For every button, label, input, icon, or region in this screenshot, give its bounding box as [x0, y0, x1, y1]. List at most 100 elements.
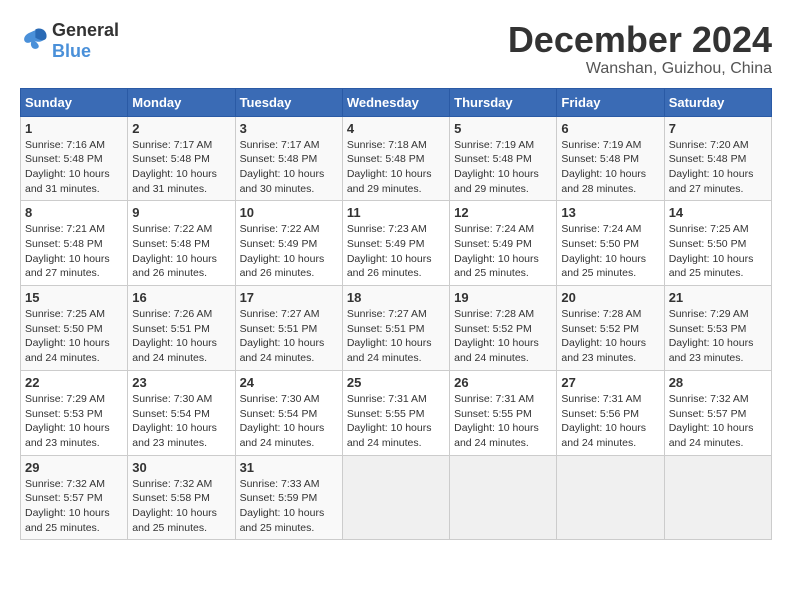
day-number: 31	[240, 460, 338, 475]
day-number: 11	[347, 205, 445, 220]
calendar-week-5: 29 Sunrise: 7:32 AMSunset: 5:57 PMDayligh…	[21, 455, 772, 540]
page-header: General Blue December 2024 Wanshan, Guiz…	[20, 20, 772, 78]
calendar-cell: 15Sunrise: 7:25 AMSunset: 5:50 PMDayligh…	[21, 286, 128, 371]
day-info: Sunrise: 7:31 AMSunset: 5:55 PMDaylight:…	[347, 392, 445, 451]
calendar-cell: 23 Sunrise: 7:30 AMSunset: 5:54 PMDayligh…	[128, 370, 235, 455]
calendar-week-3: 15Sunrise: 7:25 AMSunset: 5:50 PMDayligh…	[21, 286, 772, 371]
day-number: 3	[240, 121, 338, 136]
calendar-cell: 20 Sunrise: 7:28 AMSunset: 5:52 PMDayligh…	[557, 286, 664, 371]
calendar-cell: 16 Sunrise: 7:26 AMSunset: 5:51 PMDayligh…	[128, 286, 235, 371]
day-info: Sunrise: 7:24 AMSunset: 5:49 PMDaylight:…	[454, 222, 552, 281]
calendar-cell: 7Sunrise: 7:20 AMSunset: 5:48 PMDaylight…	[664, 116, 771, 201]
day-info: Sunrise: 7:28 AMSunset: 5:52 PMDaylight:…	[454, 307, 552, 366]
calendar-week-4: 22 Sunrise: 7:29 AMSunset: 5:53 PMDayligh…	[21, 370, 772, 455]
day-info: Sunrise: 7:20 AMSunset: 5:48 PMDaylight:…	[669, 138, 767, 197]
day-header-tuesday: Tuesday	[235, 88, 342, 116]
calendar-cell: 18 Sunrise: 7:27 AMSunset: 5:51 PMDayligh…	[342, 286, 449, 371]
day-info: Sunrise: 7:21 AMSunset: 5:48 PMDaylight:…	[25, 222, 123, 281]
day-info: Sunrise: 7:31 AMSunset: 5:55 PMDaylight:…	[454, 392, 552, 451]
day-number: 24	[240, 375, 338, 390]
calendar-header-row: SundayMondayTuesdayWednesdayThursdayFrid…	[21, 88, 772, 116]
day-number: 6	[561, 121, 659, 136]
day-number: 28	[669, 375, 767, 390]
day-info: Sunrise: 7:28 AMSunset: 5:52 PMDaylight:…	[561, 307, 659, 366]
logo-icon	[20, 28, 48, 55]
day-info: Sunrise: 7:26 AMSunset: 5:51 PMDaylight:…	[132, 307, 230, 366]
day-header-saturday: Saturday	[664, 88, 771, 116]
calendar-cell: 9Sunrise: 7:22 AMSunset: 5:48 PMDaylight…	[128, 201, 235, 286]
calendar-cell: 4Sunrise: 7:18 AMSunset: 5:48 PMDaylight…	[342, 116, 449, 201]
day-header-monday: Monday	[128, 88, 235, 116]
day-info: Sunrise: 7:33 AMSunset: 5:59 PMDaylight:…	[240, 477, 338, 536]
logo: General Blue	[20, 20, 119, 62]
calendar-cell: 10Sunrise: 7:22 AMSunset: 5:49 PMDayligh…	[235, 201, 342, 286]
day-number: 5	[454, 121, 552, 136]
calendar-cell: 8 Sunrise: 7:21 AMSunset: 5:48 PMDaylight…	[21, 201, 128, 286]
day-info: Sunrise: 7:23 AMSunset: 5:49 PMDaylight:…	[347, 222, 445, 281]
calendar-cell: 3 Sunrise: 7:17 AMSunset: 5:48 PMDaylight…	[235, 116, 342, 201]
calendar-cell	[450, 455, 557, 540]
calendar-week-2: 8 Sunrise: 7:21 AMSunset: 5:48 PMDaylight…	[21, 201, 772, 286]
day-info: Sunrise: 7:27 AMSunset: 5:51 PMDaylight:…	[240, 307, 338, 366]
day-header-friday: Friday	[557, 88, 664, 116]
logo-text: General Blue	[52, 20, 119, 62]
day-info: Sunrise: 7:18 AMSunset: 5:48 PMDaylight:…	[347, 138, 445, 197]
day-number: 2	[132, 121, 230, 136]
calendar-cell: 24 Sunrise: 7:30 AMSunset: 5:54 PMDayligh…	[235, 370, 342, 455]
calendar-cell: 31 Sunrise: 7:33 AMSunset: 5:59 PMDayligh…	[235, 455, 342, 540]
day-number: 27	[561, 375, 659, 390]
page-title: December 2024	[508, 20, 772, 60]
day-info: Sunrise: 7:22 AMSunset: 5:49 PMDaylight:…	[240, 222, 338, 281]
calendar-cell: 13Sunrise: 7:24 AMSunset: 5:50 PMDayligh…	[557, 201, 664, 286]
day-number: 25	[347, 375, 445, 390]
day-info: Sunrise: 7:29 AMSunset: 5:53 PMDaylight:…	[25, 392, 123, 451]
day-info: Sunrise: 7:25 AMSunset: 5:50 PMDaylight:…	[669, 222, 767, 281]
day-header-thursday: Thursday	[450, 88, 557, 116]
calendar-cell: 5 Sunrise: 7:19 AMSunset: 5:48 PMDaylight…	[450, 116, 557, 201]
calendar-cell: 14 Sunrise: 7:25 AMSunset: 5:50 PMDayligh…	[664, 201, 771, 286]
calendar-cell: 11 Sunrise: 7:23 AMSunset: 5:49 PMDayligh…	[342, 201, 449, 286]
day-info: Sunrise: 7:17 AMSunset: 5:48 PMDaylight:…	[132, 138, 230, 197]
day-number: 20	[561, 290, 659, 305]
calendar-cell: 27 Sunrise: 7:31 AMSunset: 5:56 PMDayligh…	[557, 370, 664, 455]
calendar-cell: 28Sunrise: 7:32 AMSunset: 5:57 PMDayligh…	[664, 370, 771, 455]
day-header-wednesday: Wednesday	[342, 88, 449, 116]
calendar-cell: 17Sunrise: 7:27 AMSunset: 5:51 PMDayligh…	[235, 286, 342, 371]
day-number: 12	[454, 205, 552, 220]
calendar-cell: 25 Sunrise: 7:31 AMSunset: 5:55 PMDayligh…	[342, 370, 449, 455]
day-number: 18	[347, 290, 445, 305]
calendar-cell: 26 Sunrise: 7:31 AMSunset: 5:55 PMDayligh…	[450, 370, 557, 455]
day-info: Sunrise: 7:17 AMSunset: 5:48 PMDaylight:…	[240, 138, 338, 197]
day-number: 26	[454, 375, 552, 390]
calendar-cell: 19 Sunrise: 7:28 AMSunset: 5:52 PMDayligh…	[450, 286, 557, 371]
day-number: 22	[25, 375, 123, 390]
day-info: Sunrise: 7:30 AMSunset: 5:54 PMDaylight:…	[132, 392, 230, 451]
day-info: Sunrise: 7:32 AMSunset: 5:58 PMDaylight:…	[132, 477, 230, 536]
day-info: Sunrise: 7:32 AMSunset: 5:57 PMDaylight:…	[25, 477, 123, 536]
calendar-cell: 1Sunrise: 7:16 AMSunset: 5:48 PMDaylight…	[21, 116, 128, 201]
day-info: Sunrise: 7:31 AMSunset: 5:56 PMDaylight:…	[561, 392, 659, 451]
calendar-cell: 29 Sunrise: 7:32 AMSunset: 5:57 PMDayligh…	[21, 455, 128, 540]
calendar-cell	[342, 455, 449, 540]
day-info: Sunrise: 7:30 AMSunset: 5:54 PMDaylight:…	[240, 392, 338, 451]
day-info: Sunrise: 7:27 AMSunset: 5:51 PMDaylight:…	[347, 307, 445, 366]
calendar-cell: 12 Sunrise: 7:24 AMSunset: 5:49 PMDayligh…	[450, 201, 557, 286]
day-number: 14	[669, 205, 767, 220]
day-number: 19	[454, 290, 552, 305]
day-number: 8	[25, 205, 123, 220]
day-number: 9	[132, 205, 230, 220]
calendar-cell: 30Sunrise: 7:32 AMSunset: 5:58 PMDayligh…	[128, 455, 235, 540]
calendar-cell	[664, 455, 771, 540]
calendar-cell: 21Sunrise: 7:29 AMSunset: 5:53 PMDayligh…	[664, 286, 771, 371]
calendar-table: SundayMondayTuesdayWednesdayThursdayFrid…	[20, 88, 772, 541]
day-number: 29	[25, 460, 123, 475]
calendar-cell	[557, 455, 664, 540]
day-number: 23	[132, 375, 230, 390]
calendar-cell: 6Sunrise: 7:19 AMSunset: 5:48 PMDaylight…	[557, 116, 664, 201]
day-info: Sunrise: 7:24 AMSunset: 5:50 PMDaylight:…	[561, 222, 659, 281]
page-subtitle: Wanshan, Guizhou, China	[508, 60, 772, 78]
day-number: 16	[132, 290, 230, 305]
day-number: 21	[669, 290, 767, 305]
day-info: Sunrise: 7:19 AMSunset: 5:48 PMDaylight:…	[454, 138, 552, 197]
calendar-week-1: 1Sunrise: 7:16 AMSunset: 5:48 PMDaylight…	[21, 116, 772, 201]
